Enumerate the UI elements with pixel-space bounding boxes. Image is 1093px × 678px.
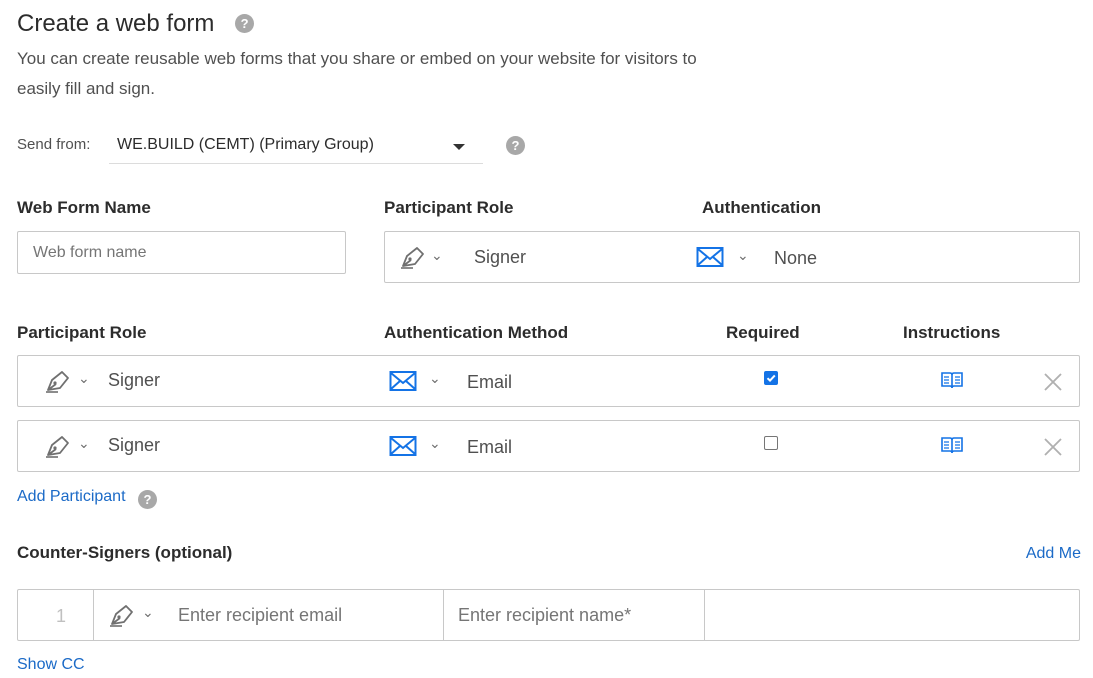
participant-role-value: Signer bbox=[108, 370, 161, 390]
row-index: 1 bbox=[56, 606, 67, 626]
divider bbox=[443, 590, 444, 640]
web-form-name-input[interactable] bbox=[17, 231, 346, 274]
envelope-icon[interactable] bbox=[389, 435, 417, 462]
signer-pen-icon[interactable] bbox=[399, 244, 429, 275]
web-form-name-header: Web Form Name bbox=[17, 198, 151, 217]
chevron-down-icon[interactable]: ⌄ bbox=[431, 247, 443, 264]
authentication-header: Authentication bbox=[702, 198, 821, 217]
counter-signers-header: Counter-Signers (optional) bbox=[17, 543, 233, 562]
divider bbox=[704, 590, 705, 640]
add-participant: Add Participant ? bbox=[17, 488, 157, 509]
participant-row: ⌄ Signer ⌄ Email bbox=[17, 355, 1080, 407]
required-column-header: Required bbox=[726, 323, 800, 342]
close-icon[interactable] bbox=[1043, 437, 1063, 462]
help-icon[interactable]: ? bbox=[506, 136, 525, 155]
chevron-down-icon[interactable]: ⌄ bbox=[737, 247, 749, 264]
chevron-down-icon[interactable]: ⌄ bbox=[78, 370, 90, 387]
signer-pen-icon[interactable] bbox=[44, 368, 74, 399]
required-checkbox[interactable] bbox=[764, 371, 778, 385]
chevron-down-icon[interactable]: ⌄ bbox=[142, 604, 154, 621]
divider bbox=[93, 590, 94, 640]
participant-role-value: Signer bbox=[108, 435, 161, 455]
auth-method-column-header: Authentication Method bbox=[384, 323, 569, 342]
page-subtitle: You can create reusable web forms that y… bbox=[17, 49, 697, 98]
page-title-text: Create a web form bbox=[17, 10, 215, 37]
counter-signer-row: 1 ⌄ bbox=[17, 589, 1080, 641]
add-me-link[interactable]: Add Me bbox=[1026, 545, 1081, 563]
show-cc-link[interactable]: Show CC bbox=[17, 656, 85, 674]
book-icon[interactable] bbox=[940, 370, 964, 395]
send-from-select[interactable]: WE.BUILD (CEMT) (Primary Group) bbox=[109, 130, 483, 164]
signer-pen-icon[interactable] bbox=[108, 602, 138, 633]
top-participant-role: Signer bbox=[474, 247, 527, 267]
recipient-name-input[interactable] bbox=[458, 600, 703, 630]
participant-role-column-header: Participant Role bbox=[17, 323, 147, 342]
signer-pen-icon[interactable] bbox=[44, 433, 74, 464]
book-icon[interactable] bbox=[940, 435, 964, 460]
page-title: Create a web form ? bbox=[17, 10, 255, 38]
help-icon[interactable]: ? bbox=[235, 14, 255, 33]
close-icon[interactable] bbox=[1043, 372, 1063, 397]
caret-down-icon bbox=[453, 144, 465, 150]
chevron-down-icon[interactable]: ⌄ bbox=[429, 435, 441, 452]
add-participant-link[interactable]: Add Participant bbox=[17, 488, 126, 505]
chevron-down-icon[interactable]: ⌄ bbox=[429, 370, 441, 387]
envelope-icon[interactable] bbox=[696, 246, 724, 273]
envelope-icon[interactable] bbox=[389, 370, 417, 397]
chevron-down-icon[interactable]: ⌄ bbox=[78, 435, 90, 452]
participant-row: ⌄ Signer ⌄ Email bbox=[17, 420, 1080, 472]
top-participant-auth[interactable]: None bbox=[774, 248, 817, 269]
instructions-column-header: Instructions bbox=[903, 323, 1001, 342]
send-from-value: WE.BUILD (CEMT) (Primary Group) bbox=[117, 136, 374, 153]
participant-auth-value[interactable]: Email bbox=[467, 372, 512, 393]
required-checkbox[interactable] bbox=[764, 436, 778, 450]
participant-auth-value[interactable]: Email bbox=[467, 437, 512, 458]
recipient-email-input[interactable] bbox=[178, 600, 440, 630]
participant-role-box: ⌄ Signer ⌄ None bbox=[384, 231, 1080, 283]
help-icon[interactable]: ? bbox=[137, 490, 157, 509]
participant-role-header: Participant Role bbox=[384, 198, 514, 217]
send-from-label: Send from: bbox=[17, 136, 91, 153]
